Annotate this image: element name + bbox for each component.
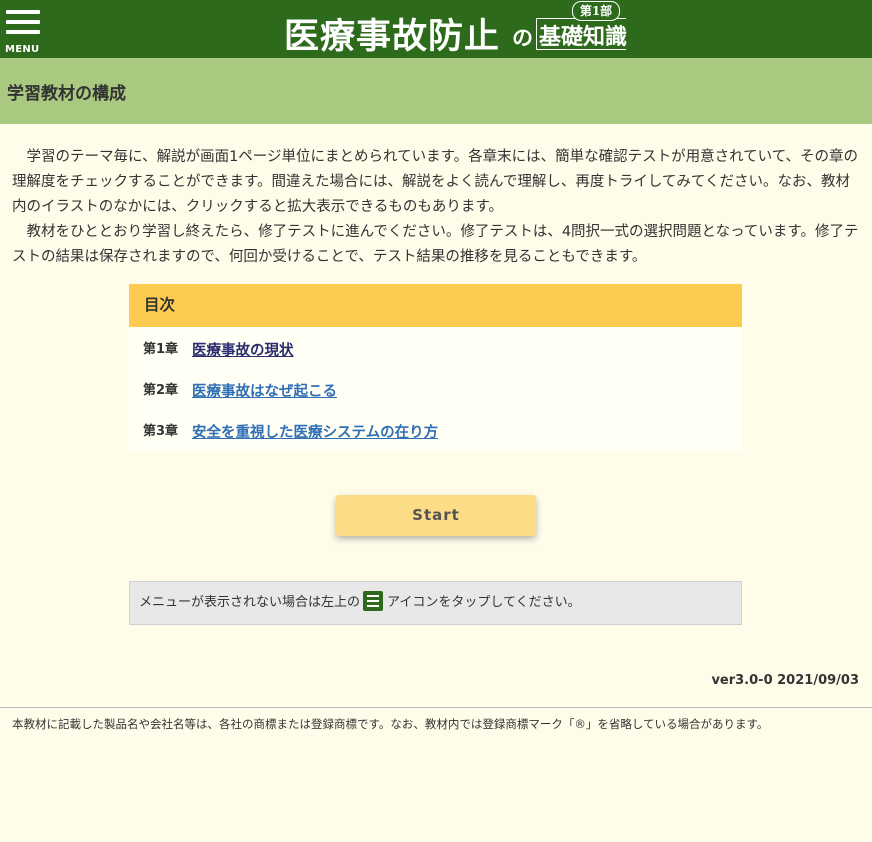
section-header: 学習教材の構成 (0, 58, 872, 124)
notice-text: アイコンをタップしてください。 (387, 595, 581, 610)
page-title: 学習教材の構成 (7, 84, 126, 104)
menu-notice: メニューが表示されない場合は左上の アイコンをタップしてください。 (129, 581, 742, 625)
start-button[interactable]: Start (336, 495, 536, 536)
chapter-link[interactable]: 医療事故はなぜ起こる (192, 380, 337, 401)
app-header: MENU 医療事故防止 の 基礎知識 第1部 (0, 0, 872, 58)
chapter-link[interactable]: 医療事故の現状 (192, 339, 294, 360)
table-of-contents: 目次 第1章 医療事故の現状 第2章 医療事故はなぜ起こる 第3章 安全を重視し… (129, 284, 742, 451)
chapter-number: 第1章 (143, 342, 179, 357)
toc-heading: 目次 (129, 284, 742, 327)
logo-title: 医療事故防止 (284, 16, 501, 57)
version-label: ver3.0-0 2021/09/03 (711, 673, 859, 688)
footer-divider (0, 707, 872, 708)
intro-text: 学習のテーマ毎に、解説が画面1ページ単位にまとめられています。各章末には、簡単な… (12, 145, 860, 270)
intro-paragraph: 教材をひととおり学習し終えたら、修了テストに進んでください。修了テストは、4問択… (12, 224, 859, 265)
logo-particle: の (512, 25, 533, 50)
course-logo: 医療事故防止 の 基礎知識 第1部 (284, 1, 634, 57)
notice-text: メニューが表示されない場合は左上の (139, 595, 361, 610)
logo-subtitle: 基礎知識 (539, 24, 628, 50)
intro-paragraph: 学習のテーマ毎に、解説が画面1ページ単位にまとめられています。各章末には、簡単な… (12, 149, 859, 215)
chapter-link[interactable]: 安全を重視した医療システムの在り方 (192, 421, 438, 442)
chapter-number: 第2章 (143, 383, 179, 398)
hamburger-icon[interactable] (6, 10, 40, 14)
trademark-note: 本教材に記載した製品名や会社名等は、各社の商標または登録商標です。なお、教材内で… (12, 717, 769, 731)
menu-icon (363, 590, 384, 611)
menu-button[interactable]: MENU (5, 6, 41, 56)
menu-label[interactable]: MENU (5, 44, 45, 55)
logo-part-badge: 第1部 (572, 1, 620, 21)
chapter-number: 第3章 (143, 424, 179, 439)
